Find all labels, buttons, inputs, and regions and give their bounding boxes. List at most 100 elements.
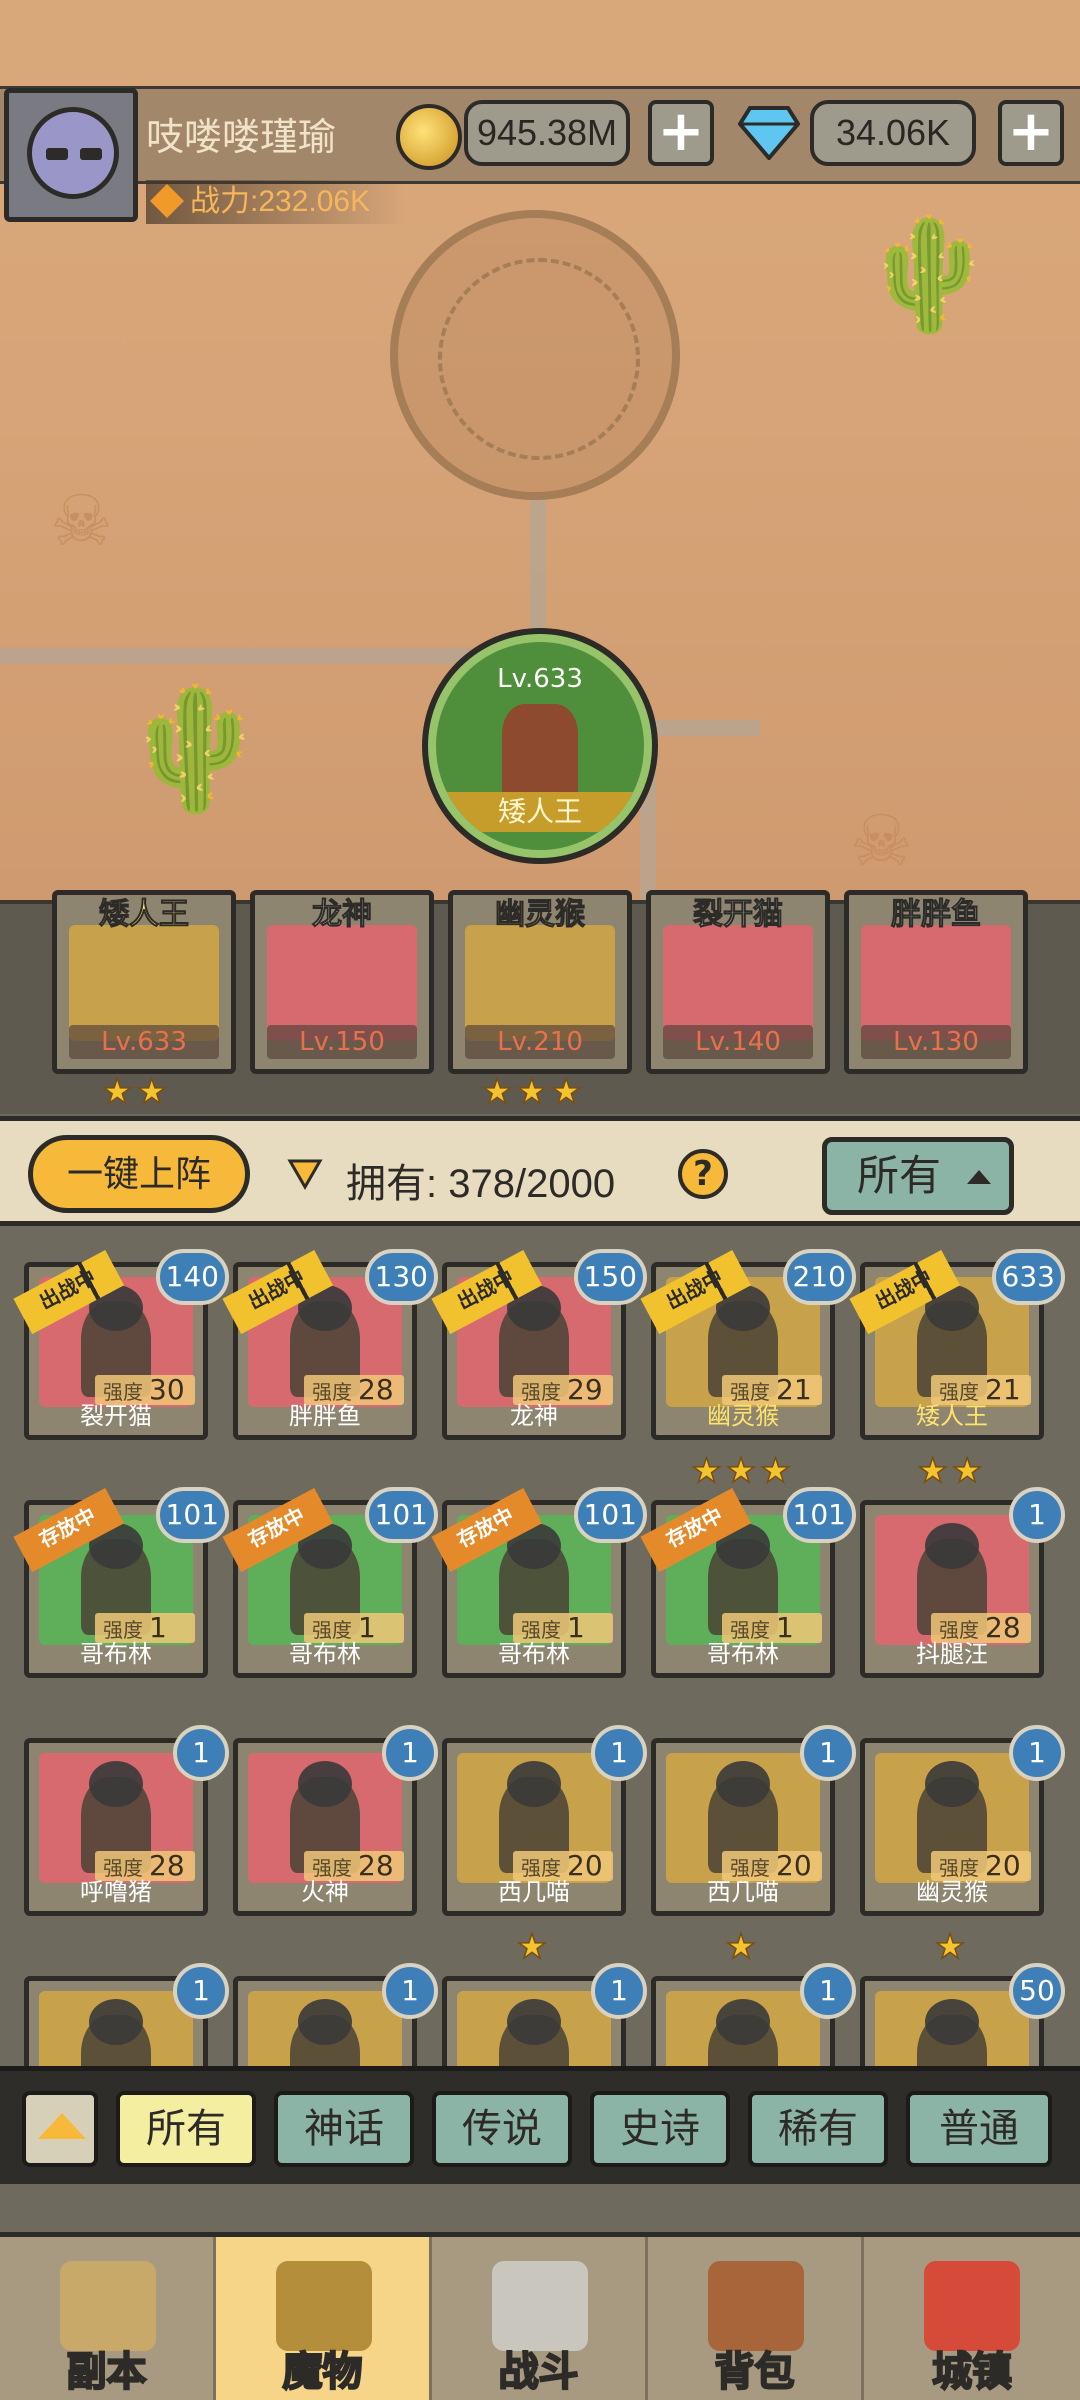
monster-grid: 强度 30 裂开猫 140 出战中 强度 28 胖胖鱼 130 出战中 强度 29 龙神 150 出战中 强度… <box>0 1226 1080 2066</box>
monster-head <box>89 1761 143 1807</box>
team-slot-name: 胖胖鱼 <box>891 897 982 933</box>
nav-town[interactable]: 城镇 <box>864 2237 1080 2400</box>
cactus-icon: 🌵 <box>860 210 997 338</box>
add-gold-button[interactable]: + <box>648 100 714 166</box>
monster-card[interactable]: 强度 29 龙神 150 出战中 <box>431 1249 647 1440</box>
monster-name: 胖胖鱼 <box>289 1403 361 1430</box>
player-avatar[interactable] <box>4 88 138 222</box>
monster-card[interactable]: 强度 1 哥布林 101 存放中 <box>13 1487 229 1678</box>
monster-head <box>298 1761 352 1807</box>
team-slot[interactable]: 龙神 Lv.150 <box>250 890 434 1074</box>
sort-down-arrow-icon[interactable] <box>286 1157 324 1193</box>
boss-level: Lv.633 <box>497 664 583 694</box>
level-badge: 1 <box>173 1725 229 1781</box>
star-rating: ★ <box>725 1926 761 1968</box>
skull-icon: ☠ <box>50 480 113 562</box>
monster-card[interactable]: 1 <box>233 1963 438 2066</box>
nav-monsters[interactable]: 魔物 <box>216 2237 432 2400</box>
gold-coin-icon <box>396 104 462 170</box>
tab-legendary[interactable]: 传说 <box>432 2091 572 2167</box>
help-button[interactable]: ? <box>678 1149 728 1199</box>
star-rating: ★★★ <box>481 1071 586 1113</box>
team-slot[interactable]: 胖胖鱼 Lv.130 <box>844 890 1028 1074</box>
nav-label: 战斗 <box>498 2349 580 2395</box>
current-boss-node[interactable]: Lv.633 矮人王 <box>428 634 652 858</box>
level-badge: 1 <box>1009 1487 1065 1543</box>
monster-card[interactable]: 强度 28 胖胖鱼 130 出战中 <box>222 1249 438 1440</box>
monster-name: 龙神 <box>510 1403 558 1430</box>
monster-card[interactable]: 强度 21 幽灵猴 210 出战中 ★★★ <box>640 1249 856 1492</box>
level-badge: 101 <box>155 1487 229 1543</box>
monster-name: 西几喵 <box>498 1879 570 1906</box>
team-slot-name: 幽灵猴 <box>495 897 586 933</box>
avatar-face-icon <box>27 107 119 199</box>
tab-all[interactable]: 所有 <box>116 2091 256 2167</box>
star-rating: ★★ <box>101 1071 171 1113</box>
tab-rare[interactable]: 稀有 <box>748 2091 888 2167</box>
level-badge: 1 <box>173 1963 229 2019</box>
monster-head <box>925 1523 979 1569</box>
team-slot[interactable]: 裂开猫 Lv.140 <box>646 890 830 1074</box>
team-slot-level: Lv.150 <box>267 1025 417 1059</box>
monster-card[interactable]: 强度 20 西几喵 1 ★ <box>442 1725 647 1968</box>
monster-card[interactable]: 50 <box>860 1963 1065 2066</box>
monster-portrait <box>69 925 219 1041</box>
team-slot-level: Lv.633 <box>69 1025 219 1059</box>
monster-card[interactable]: 强度 1 哥布林 101 存放中 <box>640 1487 856 1678</box>
nav-dungeon[interactable]: 副本 <box>0 2237 216 2400</box>
level-badge: 50 <box>1009 1963 1065 2019</box>
monster-card[interactable]: 强度 21 矮人王 633 出战中 ★★ <box>849 1249 1065 1492</box>
nav-label: 城镇 <box>931 2349 1013 2395</box>
monster-card[interactable]: 1 <box>24 1963 229 2066</box>
monster-card[interactable]: 强度 1 哥布林 101 存放中 <box>222 1487 438 1678</box>
monster-name: 抖腿汪 <box>916 1641 988 1668</box>
gold-amount: 945.38M <box>464 100 630 166</box>
monster-card[interactable]: 强度 28 火神 1 <box>233 1725 438 1916</box>
monster-head <box>925 1999 979 2045</box>
monster-card[interactable]: 强度 20 幽灵猴 1 ★ <box>860 1725 1065 1968</box>
tab-mythic[interactable]: 神话 <box>274 2091 414 2167</box>
monster-name: 哥布林 <box>707 1641 779 1668</box>
player-name: 吱喽喽瑾瑜 <box>146 117 337 159</box>
monster-portrait <box>666 1991 820 2066</box>
monster-head <box>507 1999 561 2045</box>
monster-head <box>716 1761 770 1807</box>
monster-card[interactable]: 强度 28 呼噜猪 1 <box>24 1725 229 1916</box>
divider <box>0 2184 1080 2232</box>
monster-card[interactable]: 强度 20 西几喵 1 ★ <box>651 1725 856 1968</box>
map-scroll-icon <box>60 2261 156 2351</box>
monster-name: 矮人王 <box>916 1403 988 1430</box>
monster-card[interactable]: 1 <box>442 1963 647 2066</box>
combat-power: 战力:232.06K <box>146 180 406 224</box>
town-shop-icon <box>924 2261 1020 2351</box>
add-gems-button[interactable]: + <box>998 100 1064 166</box>
monster-card[interactable]: 强度 30 裂开猫 140 出战中 <box>13 1249 229 1440</box>
tab-common[interactable]: 普通 <box>906 2091 1052 2167</box>
tab-epic[interactable]: 史诗 <box>590 2091 730 2167</box>
team-slot-name: 矮人王 <box>99 897 190 933</box>
nav-backpack[interactable]: 背包 <box>648 2237 864 2400</box>
team-slot[interactable]: 矮人王 Lv.633 <box>52 890 236 1074</box>
bottom-nav: 副本 魔物 战斗 背包 城镇 <box>0 2232 1080 2400</box>
team-slot[interactable]: 幽灵猴 Lv.210 <box>448 890 632 1074</box>
star-rating: ★ <box>934 1926 970 1968</box>
monster-card[interactable]: 强度 1 哥布林 101 存放中 <box>431 1487 647 1678</box>
monster-name: 幽灵猴 <box>916 1879 988 1906</box>
monster-portrait <box>248 1991 402 2066</box>
filter-dropdown[interactable]: 所有 <box>822 1137 1014 1215</box>
level-badge: 633 <box>991 1249 1065 1305</box>
monster-name: 哥布林 <box>289 1641 361 1668</box>
auto-deploy-button[interactable]: 一键上阵 <box>28 1135 250 1213</box>
collapse-button[interactable] <box>22 2091 98 2167</box>
nav-battle[interactable]: 战斗 <box>432 2237 648 2400</box>
level-badge: 1 <box>382 1725 438 1781</box>
boss-name: 矮人王 <box>436 792 644 832</box>
team-slot-name: 裂开猫 <box>693 897 784 933</box>
monster-card[interactable]: 强度 28 抖腿汪 1 <box>860 1487 1065 1678</box>
monster-portrait <box>861 925 1011 1041</box>
level-badge: 1 <box>591 1963 647 2019</box>
stage-emblem[interactable] <box>390 210 680 500</box>
monster-name: 哥布林 <box>80 1641 152 1668</box>
inventory-header: 一键上阵 拥有: 378/2000 ? 所有 <box>0 1116 1080 1226</box>
monster-card[interactable]: 1 <box>651 1963 856 2066</box>
